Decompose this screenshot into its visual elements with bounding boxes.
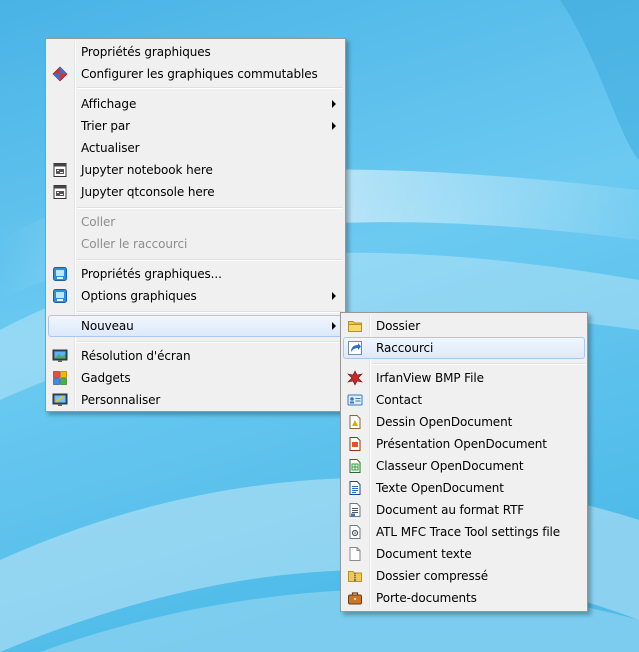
new-item-compressed-folder[interactable]: Dossier compressé bbox=[343, 565, 585, 587]
menu-item-label: IrfanView BMP File bbox=[376, 371, 484, 385]
menu-item-label: Porte-documents bbox=[376, 591, 477, 605]
menu-item-label: Document texte bbox=[376, 547, 472, 561]
briefcase-icon bbox=[348, 592, 362, 605]
menu-item-graphics-properties[interactable]: Propriétés graphiques bbox=[48, 41, 343, 63]
new-item-odt[interactable]: Texte OpenDocument bbox=[343, 477, 585, 499]
menu-item-label: Nouveau bbox=[81, 319, 134, 333]
menu-item-label: Actualiser bbox=[81, 141, 140, 155]
menu-item-label: Coller bbox=[81, 215, 116, 229]
intel-graphics-options-icon bbox=[53, 289, 67, 303]
menu-separator bbox=[77, 87, 343, 89]
jupyter-notebook-icon bbox=[53, 163, 67, 177]
submenu-arrow-icon bbox=[332, 292, 336, 300]
menu-item-label: Coller le raccourci bbox=[81, 237, 188, 251]
screen-resolution-icon bbox=[52, 349, 68, 362]
personalize-icon bbox=[52, 393, 68, 406]
menu-separator bbox=[77, 259, 343, 261]
menu-item-label: Gadgets bbox=[81, 371, 131, 385]
new-item-briefcase[interactable]: Porte-documents bbox=[343, 587, 585, 609]
menu-separator bbox=[77, 207, 343, 209]
menu-item-gadgets[interactable]: Gadgets bbox=[48, 367, 343, 389]
gadgets-icon bbox=[53, 371, 67, 385]
menu-item-label: Personnaliser bbox=[81, 393, 161, 407]
rtf-icon bbox=[349, 503, 361, 517]
menu-item-sort-by[interactable]: Trier par bbox=[48, 115, 343, 137]
new-item-text-document[interactable]: Document texte bbox=[343, 543, 585, 565]
menu-item-label: Dossier compressé bbox=[376, 569, 489, 583]
menu-item-label: Classeur OpenDocument bbox=[376, 459, 524, 473]
new-item-odp[interactable]: Présentation OpenDocument bbox=[343, 433, 585, 455]
menu-item-label: Propriétés graphiques bbox=[81, 45, 211, 59]
menu-separator bbox=[77, 311, 343, 313]
menu-item-switchable-graphics[interactable]: Configurer les graphiques commutables bbox=[48, 63, 343, 85]
menu-item-screen-resolution[interactable]: Résolution d'écran bbox=[48, 345, 343, 367]
new-item-odg[interactable]: Dessin OpenDocument bbox=[343, 411, 585, 433]
menu-item-label: Présentation OpenDocument bbox=[376, 437, 547, 451]
menu-item-label: Trier par bbox=[81, 119, 130, 133]
desktop-context-menu: Propriétés graphiques Configurer les gra… bbox=[45, 38, 346, 412]
menu-item-label: Propriétés graphiques... bbox=[81, 267, 222, 281]
menu-item-label: Résolution d'écran bbox=[81, 349, 191, 363]
menu-item-label: Dossier bbox=[376, 319, 421, 333]
menu-item-label: Affichage bbox=[81, 97, 137, 111]
ods-icon bbox=[349, 459, 361, 473]
menu-item-label: Configurer les graphiques commutables bbox=[81, 67, 318, 81]
odp-icon bbox=[349, 437, 361, 451]
trace-tool-icon bbox=[349, 525, 361, 539]
menu-item-new[interactable]: Nouveau bbox=[48, 315, 343, 337]
new-item-rtf[interactable]: Document au format RTF bbox=[343, 499, 585, 521]
submenu-arrow-icon bbox=[332, 100, 336, 108]
new-item-atl-trace-tool[interactable]: ATL MFC Trace Tool settings file bbox=[343, 521, 585, 543]
new-item-shortcut[interactable]: Raccourci bbox=[343, 337, 585, 359]
submenu-arrow-icon bbox=[332, 322, 336, 330]
menu-item-jupyter-qtconsole[interactable]: Jupyter qtconsole here bbox=[48, 181, 343, 203]
menu-item-label: Contact bbox=[376, 393, 422, 407]
contact-icon bbox=[347, 394, 363, 406]
new-item-contact[interactable]: Contact bbox=[343, 389, 585, 411]
jupyter-qtconsole-icon bbox=[53, 185, 67, 199]
menu-item-label: Raccourci bbox=[376, 341, 434, 355]
menu-item-graphics-properties-intel[interactable]: Propriétés graphiques... bbox=[48, 263, 343, 285]
zip-folder-icon bbox=[348, 571, 362, 582]
intel-graphics-icon bbox=[53, 267, 67, 281]
irfanview-icon bbox=[347, 370, 363, 386]
menu-item-label: Dessin OpenDocument bbox=[376, 415, 513, 429]
text-document-icon bbox=[349, 547, 361, 561]
menu-separator bbox=[77, 341, 343, 343]
menu-item-label: Texte OpenDocument bbox=[376, 481, 504, 495]
menu-item-label: ATL MFC Trace Tool settings file bbox=[376, 525, 561, 539]
menu-item-label: Jupyter notebook here bbox=[81, 163, 213, 177]
menu-item-label: Document au format RTF bbox=[376, 503, 525, 517]
menu-item-paste[interactable]: Coller bbox=[48, 211, 343, 233]
menu-separator bbox=[372, 363, 585, 365]
menu-item-personalize[interactable]: Personnaliser bbox=[48, 389, 343, 411]
new-submenu: Dossier Raccourci IrfanView BMP File Con… bbox=[340, 312, 588, 612]
menu-item-label: Options graphiques bbox=[81, 289, 197, 303]
menu-item-paste-shortcut[interactable]: Coller le raccourci bbox=[48, 233, 343, 255]
switchable-graphics-icon bbox=[52, 66, 68, 82]
menu-item-refresh[interactable]: Actualiser bbox=[48, 137, 343, 159]
menu-item-jupyter-notebook[interactable]: Jupyter notebook here bbox=[48, 159, 343, 181]
new-item-ods[interactable]: Classeur OpenDocument bbox=[343, 455, 585, 477]
new-item-folder[interactable]: Dossier bbox=[343, 315, 585, 337]
menu-item-view[interactable]: Affichage bbox=[48, 93, 343, 115]
odg-icon bbox=[349, 415, 361, 429]
menu-item-label: Jupyter qtconsole here bbox=[81, 185, 215, 199]
menu-item-graphics-options[interactable]: Options graphiques bbox=[48, 285, 343, 307]
odt-icon bbox=[349, 481, 361, 495]
shortcut-icon bbox=[348, 341, 362, 355]
submenu-arrow-icon bbox=[332, 122, 336, 130]
folder-icon bbox=[348, 321, 362, 332]
new-item-irfanview[interactable]: IrfanView BMP File bbox=[343, 367, 585, 389]
